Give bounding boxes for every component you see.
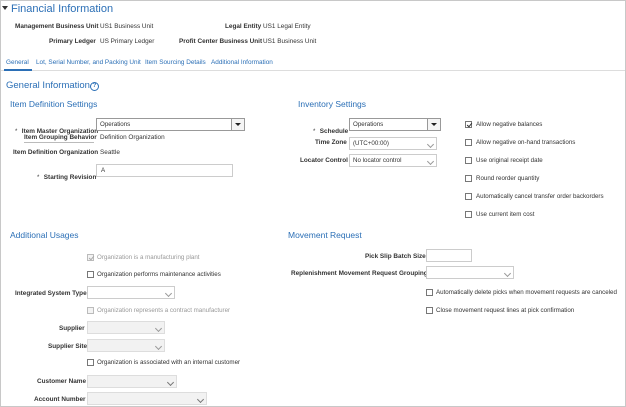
supplier-select[interactable] [87,321,165,334]
customer-name-label: Customer Name [37,378,87,385]
close-lines-label: Close movement request lines at pick con… [436,307,575,314]
allow-negative-onhand-label: Allow negative on-hand transactions [476,139,576,146]
chevron-down-icon [196,395,205,404]
supplier-label: Supplier [59,325,85,332]
allow-negative-onhand-checkbox[interactable] [465,139,472,146]
schedule-value: Operations [353,121,384,128]
tab-item-sourcing[interactable]: Item Sourcing Details [145,59,206,66]
tab-bar-divider [1,70,625,71]
time-zone-label: Time Zone [315,139,347,146]
required-icon: * [37,175,40,181]
use-original-receipt-date-label: Use original receipt date [476,157,543,164]
item-definition-org-label: Item Definition Organization [13,149,99,156]
collapse-icon[interactable] [2,5,9,11]
chevron-down-icon [154,324,163,333]
auto-cancel-backorders-checkbox[interactable] [465,193,472,200]
locator-control-value: No locator control [353,157,402,164]
tab-general[interactable]: General [6,59,29,66]
schedule-select[interactable]: Operations [349,118,441,131]
active-tab-indicator [4,69,32,71]
management-bu-value: US1 Business Unit [100,23,154,30]
item-grouping-label: Item Grouping Behavior [24,134,97,141]
grouping-label-underline [24,142,94,143]
integrated-system-type-select[interactable] [87,286,175,299]
pick-slip-batch-size-label: Pick Slip Batch Size [365,253,426,260]
use-original-receipt-date-checkbox[interactable] [465,157,472,164]
chevron-down-icon [426,157,435,166]
legal-entity-value: US1 Legal Entity [263,23,311,30]
required-icon: * [15,129,18,135]
internal-customer-label: Organization is associated with an inter… [97,359,241,366]
manufacturing-plant-label: Organization is a manufacturing plant [97,254,200,261]
schedule-label: Schedule [319,128,349,135]
starting-revision-label-wrap: * Starting Revision [37,166,96,184]
chevron-down-icon [166,378,175,387]
profit-center-bu-value: US1 Business Unit [263,38,317,45]
account-number-label: Account Number [34,396,86,403]
manufacturing-plant-checkbox[interactable] [87,254,94,261]
management-bu-label: Management Business Unit [15,23,99,30]
movement-request-title: Movement Request [288,230,362,240]
starting-revision-input[interactable]: A [96,164,233,177]
inventory-settings-title: Inventory Settings [298,99,367,109]
maintenance-checkbox[interactable] [87,271,94,278]
primary-ledger-label: Primary Ledger [49,38,96,45]
round-reorder-quantity-checkbox[interactable] [465,175,472,182]
maintenance-label: Organization performs maintenance activi… [97,271,221,278]
dropdown-arrow-icon[interactable] [231,119,244,130]
help-icon[interactable]: ? [90,82,99,91]
auto-delete-picks-label: Automatically delete picks when movement… [436,289,617,296]
internal-customer-checkbox[interactable] [87,359,94,366]
replenishment-grouping-label: Replenishment Movement Request Grouping [291,270,428,277]
locator-control-label: Locator Control [300,157,348,164]
close-lines-checkbox[interactable] [426,307,433,314]
use-current-item-cost-checkbox[interactable] [465,211,472,218]
use-current-item-cost-label: Use current item cost [476,211,535,218]
replenishment-grouping-select[interactable] [426,266,514,279]
schedule-label-wrap: * Schedule [313,120,348,138]
item-definition-title: Item Definition Settings [10,99,98,109]
auto-delete-picks-checkbox[interactable] [426,289,433,296]
required-icon: * [313,129,316,135]
chevron-down-icon [154,342,163,351]
page-frame: Financial Information Management Busines… [0,0,626,407]
round-reorder-quantity-label: Round reorder quantity [476,175,540,182]
tab-lot-serial-packing[interactable]: Lot, Serial Number, and Packing Unit [36,59,141,66]
integrated-system-type-label: Integrated System Type [15,290,87,297]
contract-manufacturer-label: Organization represents a contract manuf… [97,307,231,314]
starting-revision-label: Starting Revision [43,174,97,181]
item-definition-org-value: Seattle [100,149,120,156]
supplier-site-label: Supplier Site [48,343,88,350]
general-information-title: General Information [6,80,90,91]
supplier-site-select[interactable] [87,339,165,352]
auto-cancel-backorders-label: Automatically cancel transfer order back… [476,193,604,200]
customer-name-select[interactable] [87,375,177,388]
dropdown-arrow-icon[interactable] [427,119,440,130]
allow-negative-balances-label: Allow negative balances [476,121,543,128]
tab-additional-information[interactable]: Additional Information [211,59,273,66]
item-master-org-select[interactable]: Operations [96,118,245,131]
time-zone-value: (UTC+00:00) Coordinated Universal Time [353,140,389,147]
allow-negative-balances-checkbox[interactable] [465,121,472,128]
page-title: Financial Information [11,3,114,15]
account-number-select[interactable] [87,392,207,405]
chevron-down-icon [503,269,512,278]
pick-slip-batch-size-input[interactable] [426,249,472,262]
item-grouping-value: Definition Organization [100,134,165,141]
primary-ledger-value: US Primary Ledger [100,38,155,45]
chevron-down-icon [164,289,173,298]
item-master-org-value: Operations [100,121,131,128]
locator-control-select[interactable]: No locator control [349,154,437,167]
time-zone-select[interactable]: (UTC+00:00) Coordinated Universal Time [349,137,437,150]
profit-center-bu-label: Profit Center Business Unit [179,38,263,45]
legal-entity-label: Legal Entity [225,23,262,30]
additional-usages-title: Additional Usages [10,230,79,240]
chevron-down-icon [426,140,435,149]
contract-manufacturer-checkbox[interactable] [87,307,94,314]
